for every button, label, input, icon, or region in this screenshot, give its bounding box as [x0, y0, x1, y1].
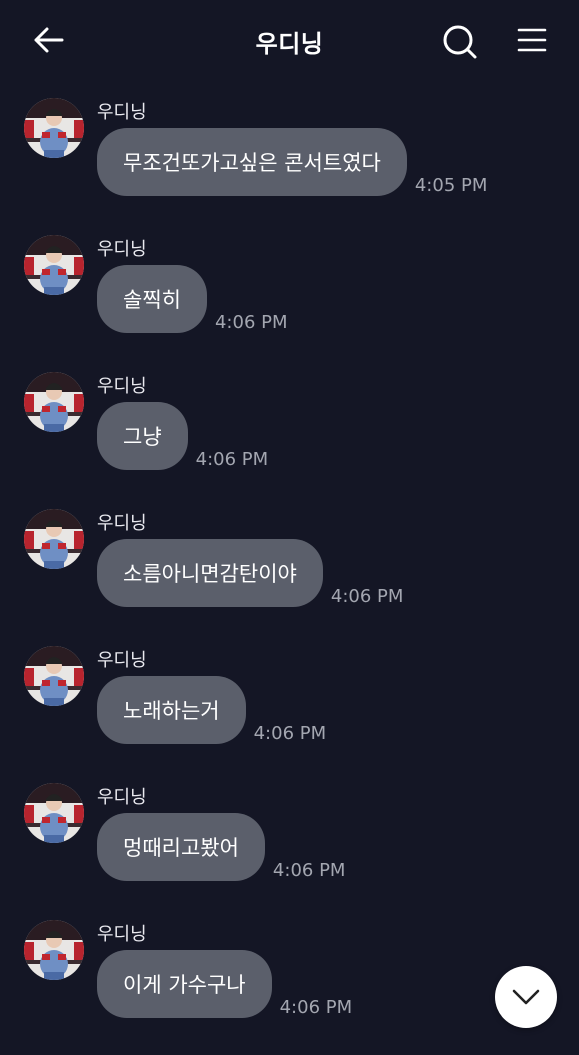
- avatar[interactable]: [24, 235, 84, 295]
- sender-name: 우디닝: [97, 513, 147, 534]
- message-bubble[interactable]: 그냥: [97, 402, 188, 470]
- message-bubble[interactable]: 노래하는거: [97, 676, 246, 744]
- message-bubble[interactable]: 이게 가수구나: [97, 950, 272, 1018]
- message-bubble-row: 멍때리고봤어 4:06 PM: [97, 813, 345, 881]
- hamburger-menu-icon: [517, 28, 547, 52]
- chat-title: 우디닝: [255, 30, 324, 58]
- message-time: 4:06 PM: [214, 312, 288, 333]
- message-time: 4:06 PM: [253, 723, 327, 744]
- avatar-image: [24, 372, 84, 432]
- search-icon: [443, 25, 477, 59]
- message-row: 우디닝 노래하는거 4:06 PM: [0, 644, 579, 781]
- chat-header: 우디닝: [0, 0, 579, 80]
- message-row: 우디닝 그냥 4:06 PM: [0, 370, 579, 507]
- chevron-down-icon: [512, 989, 540, 1005]
- avatar-image: [24, 783, 84, 843]
- sender-name: 우디닝: [97, 376, 147, 397]
- message-time: 4:06 PM: [195, 449, 269, 470]
- sender-name: 우디닝: [97, 650, 147, 671]
- message-bubble-row: 솔찍히 4:06 PM: [97, 265, 288, 333]
- message-bubble[interactable]: 솔찍히: [97, 265, 207, 333]
- message-bubble-row: 이게 가수구나 4:06 PM: [97, 950, 352, 1018]
- message-time: 4:06 PM: [272, 860, 346, 881]
- message-bubble[interactable]: 멍때리고봤어: [97, 813, 265, 881]
- message-list: 우디닝 무조건또가고싶은 콘서트였다 4:05 PM 우디닝 솔찍히 4:06 …: [0, 96, 579, 1055]
- menu-button[interactable]: [512, 22, 552, 58]
- avatar[interactable]: [24, 646, 84, 706]
- sender-name: 우디닝: [97, 787, 147, 808]
- message-time: 4:06 PM: [279, 997, 353, 1018]
- message-time: 4:06 PM: [330, 586, 404, 607]
- message-row: 우디닝 이게 가수구나 4:06 PM: [0, 918, 579, 1055]
- avatar-image: [24, 98, 84, 158]
- scroll-to-bottom-button[interactable]: [495, 966, 557, 1028]
- message-bubble-row: 그냥 4:06 PM: [97, 402, 268, 470]
- sender-name: 우디닝: [97, 102, 147, 123]
- avatar[interactable]: [24, 372, 84, 432]
- message-row: 우디닝 무조건또가고싶은 콘서트였다 4:05 PM: [0, 96, 579, 233]
- message-bubble-row: 소름아니면감탄이야 4:06 PM: [97, 539, 403, 607]
- message-bubble-row: 무조건또가고싶은 콘서트였다 4:05 PM: [97, 128, 487, 196]
- message-bubble[interactable]: 무조건또가고싶은 콘서트였다: [97, 128, 407, 196]
- avatar-image: [24, 235, 84, 295]
- message-bubble-row: 노래하는거 4:06 PM: [97, 676, 326, 744]
- avatar[interactable]: [24, 783, 84, 843]
- avatar[interactable]: [24, 509, 84, 569]
- message-time: 4:05 PM: [414, 175, 488, 196]
- message-row: 우디닝 소름아니면감탄이야 4:06 PM: [0, 507, 579, 644]
- avatar-image: [24, 509, 84, 569]
- message-row: 우디닝 솔찍히 4:06 PM: [0, 233, 579, 370]
- sender-name: 우디닝: [97, 924, 147, 945]
- message-row: 우디닝 멍때리고봤어 4:06 PM: [0, 781, 579, 918]
- avatar[interactable]: [24, 920, 84, 980]
- message-bubble[interactable]: 소름아니면감탄이야: [97, 539, 323, 607]
- avatar[interactable]: [24, 98, 84, 158]
- avatar-image: [24, 646, 84, 706]
- sender-name: 우디닝: [97, 239, 147, 260]
- search-button[interactable]: [440, 22, 480, 62]
- avatar-image: [24, 920, 84, 980]
